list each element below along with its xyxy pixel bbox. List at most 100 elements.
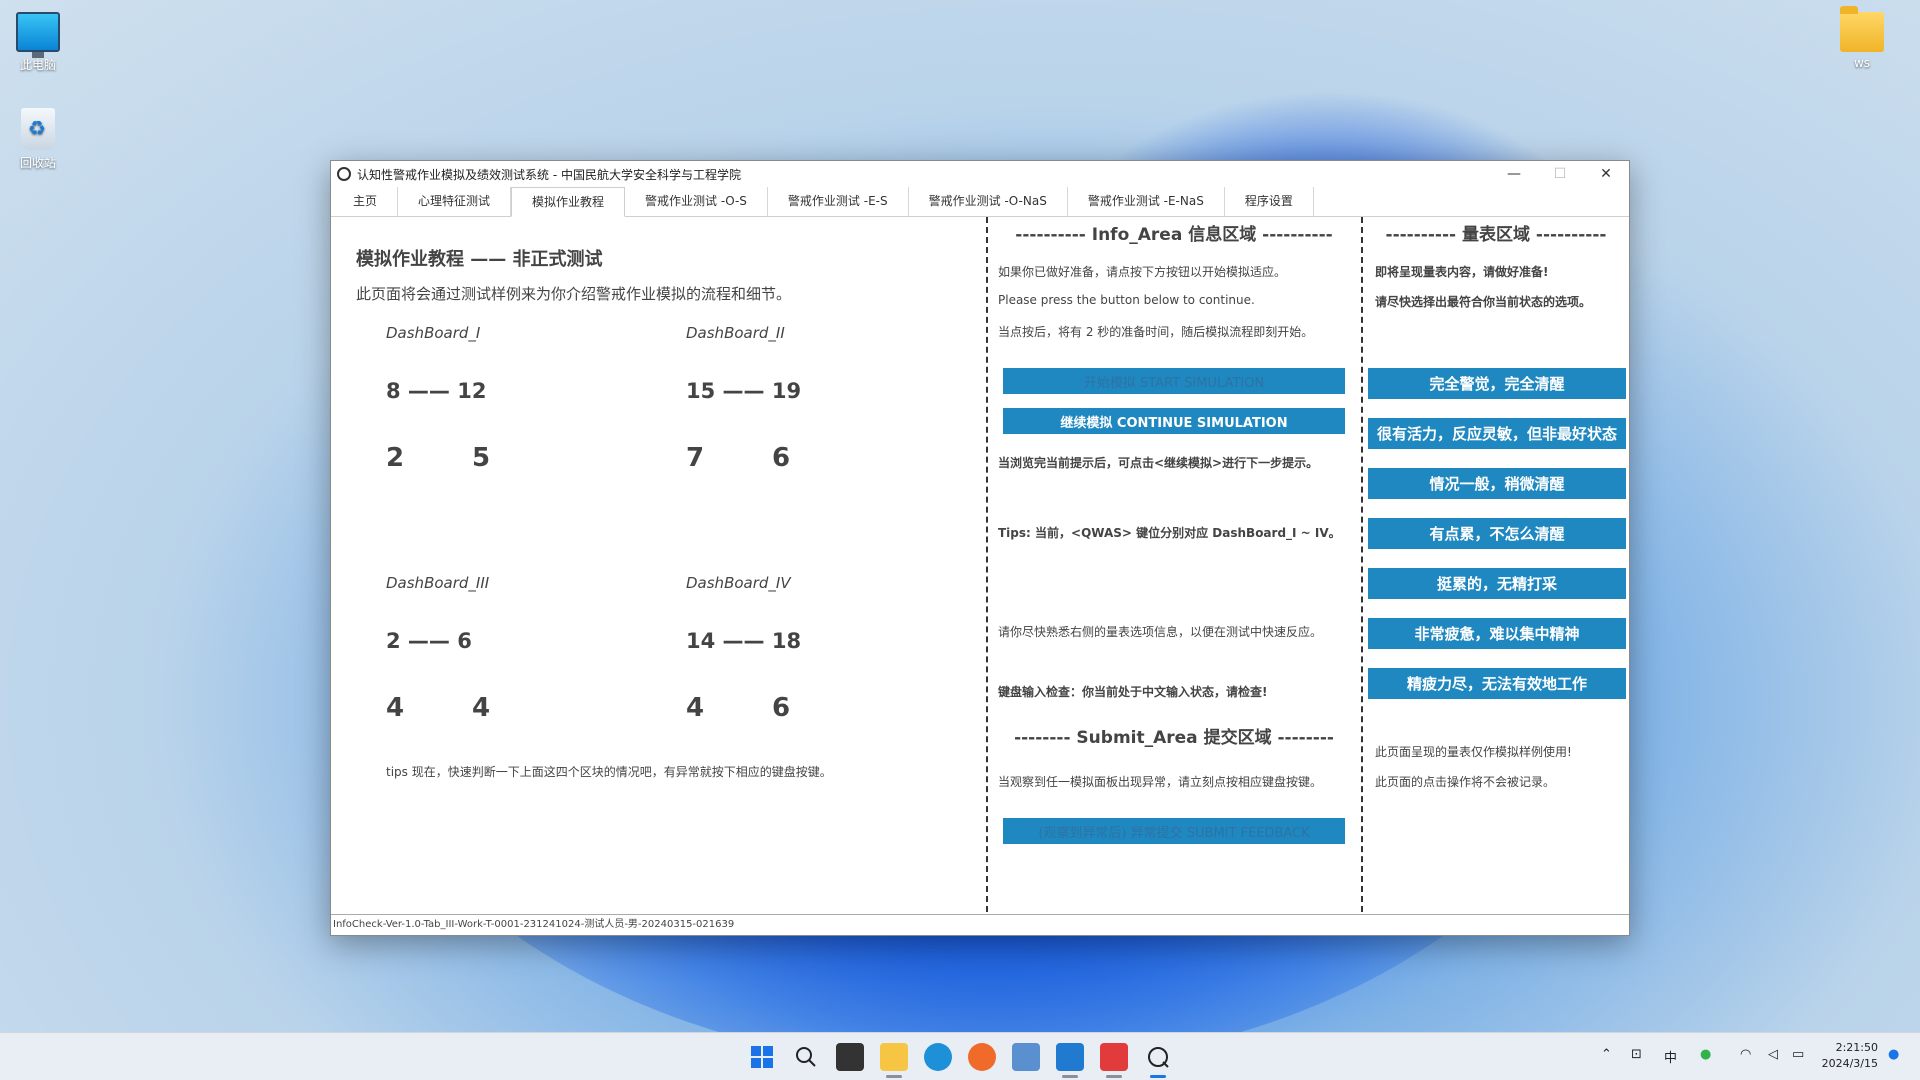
app-window: 认知性警戒作业模拟及绩效测试系统 - 中国民航大学安全科学与工程学院 — ☐ ✕… — [330, 160, 1630, 936]
app-taskbar-icon[interactable] — [1144, 1043, 1172, 1071]
desktop-icon-this-pc[interactable]: 此电脑 — [0, 12, 78, 73]
maximize-button[interactable]: ☐ — [1537, 161, 1583, 187]
tab-test-o-s[interactable]: 警戒作业测试 -O-S — [625, 187, 768, 216]
status-bar: InfoCheck-Ver-1.0-Tab_III-Work-T-0001-23… — [331, 914, 1629, 935]
dashboard-name: DashBoard_IV — [686, 574, 791, 592]
desktop-icon-label: 回收站 — [19, 156, 56, 170]
tab-bar: 主页 心理特征测试 模拟作业教程 警戒作业测试 -O-S 警戒作业测试 -E-S… — [331, 187, 1629, 217]
notification-bell-icon[interactable]: ● — [1888, 1047, 1899, 1062]
info-line-6: 请你尽快熟悉右侧的量表选项信息，以便在测试中快速反应。 — [998, 625, 1323, 639]
scale-option-5[interactable]: 挺累的，无精打采 — [1368, 568, 1626, 599]
dashboard-name: DashBoard_I — [386, 324, 481, 342]
active-indicator — [1150, 1075, 1166, 1078]
dashboard-range: 15 —— 19 — [686, 379, 802, 403]
computer-icon — [16, 12, 60, 58]
close-button[interactable]: ✕ — [1583, 161, 1629, 187]
info-tips: Tips: 当前，<QWAS> 键位分别对应 DashBoard_I ~ IV。 — [998, 526, 1341, 540]
tutorial-tips: tips 现在，快速判断一下上面这四个区块的情况吧，有异常就按下相应的键盘按键。 — [386, 765, 832, 779]
info-line-1: 如果你已做好准备，请点按下方按钮以开始模拟适应。 — [998, 265, 1287, 279]
desktop-icon-recycle-bin[interactable]: 回收站 — [0, 108, 78, 171]
ime-language[interactable]: 中 — [1664, 1047, 1677, 1066]
scale-option-3[interactable]: 情况一般，稍微清醒 — [1368, 468, 1626, 499]
dashboard-range: 8 —— 12 — [386, 379, 487, 403]
start-simulation-button[interactable]: 开始模拟 START SIMULATION — [1003, 368, 1345, 394]
scale-option-1[interactable]: 完全警觉，完全清醒 — [1368, 368, 1626, 399]
wechat-icon[interactable]: ● — [1700, 1047, 1711, 1062]
edge-browser-icon[interactable] — [924, 1043, 952, 1071]
dashboard-name: DashBoard_II — [686, 324, 785, 342]
info-line-3: 当点按后，将有 2 秒的准备时间，随后模拟流程即刻开始。 — [998, 325, 1314, 339]
scale-option-4[interactable]: 有点累，不怎么清醒 — [1368, 518, 1626, 549]
tutorial-panel: 模拟作业教程 —— 非正式测试 此页面将会通过测试样例来为你介绍警戒作业模拟的流… — [331, 217, 986, 912]
folder-icon — [1840, 6, 1884, 52]
dashboard-3: DashBoard_III 2 —— 6 4 4 — [386, 574, 646, 727]
battery-icon[interactable]: ▭ — [1792, 1047, 1804, 1062]
taskbar: ⌃ ⊡ 中 ● ◠ ◁ ▭ 2:21:50 2024/3/15 ● — [0, 1032, 1920, 1080]
window-title: 认知性警戒作业模拟及绩效测试系统 - 中国民航大学安全科学与工程学院 — [357, 167, 741, 182]
desktop-icon-folder-ws[interactable]: ws — [1822, 6, 1902, 70]
chevron-up-icon[interactable]: ⌃ — [1601, 1047, 1612, 1062]
search-icon[interactable] — [792, 1043, 820, 1071]
scale-note-2: 此页面的点击操作将不会被记录。 — [1375, 775, 1556, 789]
submit-area-header: -------- Submit_Area 提交区域 -------- — [1014, 728, 1334, 748]
desktop-icon-label: ws — [1853, 56, 1871, 70]
dashboard-value-1: 4 — [386, 693, 405, 723]
start-button[interactable] — [748, 1043, 776, 1071]
tutorial-description: 此页面将会通过测试样例来为你介绍警戒作业模拟的流程和细节。 — [356, 285, 792, 303]
scale-line-2: 请尽快选择出最符合你当前状态的选项。 — [1375, 295, 1592, 309]
submit-line-1: 当观察到任一模拟面板出现异常，请立刻点按相应键盘按键。 — [998, 775, 1323, 789]
info-line-2: Please press the button below to continu… — [998, 293, 1255, 307]
desktop-icon-label: 此电脑 — [19, 58, 56, 72]
running-indicator — [1106, 1075, 1122, 1078]
app-icon — [337, 167, 351, 181]
dashboard-value-2: 6 — [772, 693, 791, 723]
ime-check-warning: 键盘输入检查：你当前处于中文输入状态，请检查! — [998, 685, 1268, 699]
file-explorer-icon[interactable] — [880, 1043, 908, 1071]
info-line-4: 当浏览完当前提示后，可点击<继续模拟>进行下一步提示。 — [998, 456, 1319, 470]
scale-line-1: 即将呈现量表内容，请做好准备! — [1375, 265, 1549, 279]
photos-icon[interactable] — [1012, 1043, 1040, 1071]
scale-option-6[interactable]: 非常疲惫，难以集中精神 — [1368, 618, 1626, 649]
recycle-bin-icon — [21, 108, 55, 150]
running-indicator — [1062, 1075, 1078, 1078]
clock[interactable]: 2:21:50 2024/3/15 — [1822, 1040, 1878, 1072]
clock-time: 2:21:50 — [1835, 1041, 1878, 1054]
firefox-icon[interactable] — [968, 1043, 996, 1071]
dashboard-range: 14 —— 18 — [686, 629, 802, 653]
tab-psych-test[interactable]: 心理特征测试 — [398, 187, 512, 216]
tab-test-o-nas[interactable]: 警戒作业测试 -O-NaS — [908, 187, 1068, 216]
tab-settings[interactable]: 程序设置 — [1224, 187, 1314, 216]
task-view-icon[interactable] — [836, 1043, 864, 1071]
scale-note-1: 此页面呈现的量表仅作模拟样例使用! — [1375, 745, 1572, 759]
tab-home[interactable]: 主页 — [333, 187, 399, 216]
running-indicator — [886, 1075, 902, 1078]
tutorial-title: 模拟作业教程 —— 非正式测试 — [356, 249, 603, 270]
scale-option-7[interactable]: 精疲力尽，无法有效地工作 — [1368, 668, 1626, 699]
info-area-header: ---------- Info_Area 信息区域 ---------- — [1015, 225, 1333, 245]
dashboard-value-2: 5 — [472, 443, 491, 473]
ime-mode-icon[interactable]: ⊡ — [1631, 1047, 1642, 1062]
continue-simulation-button[interactable]: 继续模拟 CONTINUE SIMULATION — [1003, 408, 1345, 434]
dashboard-range: 2 —— 6 — [386, 629, 472, 653]
minimize-button[interactable]: — — [1491, 161, 1537, 187]
dashboard-value-2: 4 — [472, 693, 491, 723]
tab-test-e-nas[interactable]: 警戒作业测试 -E-NaS — [1067, 187, 1225, 216]
tab-tutorial[interactable]: 模拟作业教程 — [511, 187, 626, 217]
wifi-icon[interactable]: ◠ — [1740, 1047, 1751, 1062]
scale-option-2[interactable]: 很有活力，反应灵敏，但非最好状态 — [1368, 418, 1626, 449]
title-bar[interactable]: 认知性警戒作业模拟及绩效测试系统 - 中国民航大学安全科学与工程学院 — ☐ ✕ — [331, 161, 1629, 187]
scale-area-header: ---------- 量表区域 ---------- — [1385, 225, 1607, 245]
dashboard-1: DashBoard_I 8 —— 12 2 5 — [386, 324, 646, 477]
wps-icon[interactable] — [1100, 1043, 1128, 1071]
submit-feedback-button[interactable]: (观察到异常后) 异常提交 SUBMIT FEEDBACK — [1003, 818, 1345, 844]
volume-icon[interactable]: ◁ — [1768, 1047, 1778, 1062]
dashboard-value-2: 6 — [772, 443, 791, 473]
scale-area: ---------- 量表区域 ---------- 即将呈现量表内容，请做好准… — [1363, 217, 1629, 912]
tab-test-e-s[interactable]: 警戒作业测试 -E-S — [767, 187, 909, 216]
tab-content: 模拟作业教程 —— 非正式测试 此页面将会通过测试样例来为你介绍警戒作业模拟的流… — [331, 217, 1629, 912]
clock-date: 2024/3/15 — [1821, 1057, 1878, 1070]
dashboard-name: DashBoard_III — [386, 574, 490, 592]
vscode-icon[interactable] — [1056, 1043, 1084, 1071]
dashboard-value-1: 2 — [386, 443, 405, 473]
dashboard-value-1: 7 — [686, 443, 705, 473]
